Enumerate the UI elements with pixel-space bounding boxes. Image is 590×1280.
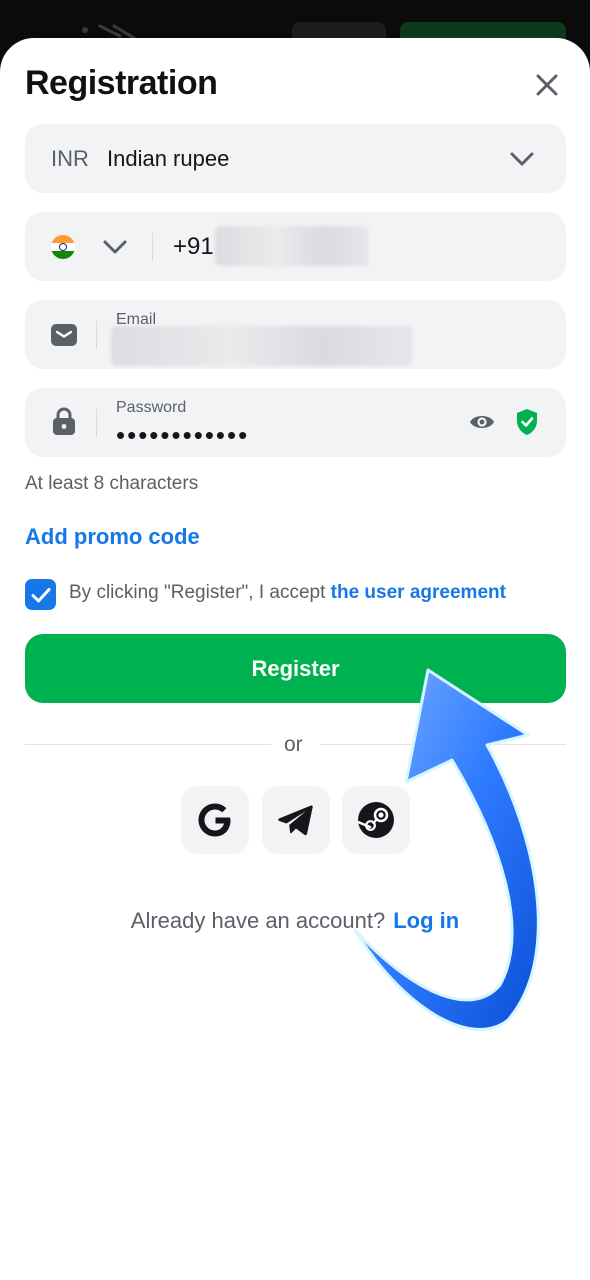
- phone-number-redacted: [215, 226, 369, 266]
- password-hint: At least 8 characters: [25, 473, 199, 494]
- steam-login-button[interactable]: [342, 786, 410, 854]
- email-value-redacted: [111, 326, 413, 366]
- eye-icon[interactable]: [469, 411, 495, 433]
- add-promo-code-link[interactable]: Add promo code: [25, 524, 200, 550]
- telegram-icon: [278, 805, 313, 836]
- chevron-down-icon: [510, 152, 534, 166]
- divider: [152, 233, 153, 261]
- login-prompt-text: Already have an account?: [130, 908, 386, 933]
- agreement-checkbox[interactable]: [25, 579, 56, 610]
- phone-field[interactable]: +91: [25, 212, 566, 281]
- divider-left: [25, 744, 271, 745]
- or-divider-label: or: [284, 733, 303, 756]
- lock-icon: [51, 407, 77, 435]
- phone-prefix: +91: [173, 233, 214, 260]
- divider: [96, 321, 97, 349]
- currency-code: INR: [51, 146, 89, 171]
- page-title: Registration: [25, 64, 218, 102]
- steam-icon: [356, 802, 394, 838]
- user-agreement-link[interactable]: the user agreement: [331, 582, 506, 603]
- close-icon: [536, 74, 558, 96]
- mail-icon: [51, 322, 77, 348]
- close-button[interactable]: [530, 68, 564, 102]
- password-label: Password: [116, 399, 187, 416]
- password-field[interactable]: Password ••••••••••••: [25, 388, 566, 457]
- shield-check-icon: [517, 409, 537, 435]
- currency-select[interactable]: INR Indian rupee: [25, 124, 566, 193]
- register-button[interactable]: Register: [25, 634, 566, 703]
- log-in-link[interactable]: Log in: [393, 908, 459, 933]
- checkmark-icon: [31, 587, 50, 602]
- google-login-button[interactable]: [181, 786, 249, 854]
- registration-sheet: Registration INR Indian rupee +91 Email …: [0, 38, 590, 1280]
- currency-name: Indian rupee: [107, 146, 230, 171]
- agreement-label: By clicking "Register", I accept: [69, 582, 326, 603]
- email-field[interactable]: Email: [25, 300, 566, 369]
- telegram-login-button[interactable]: [262, 786, 330, 854]
- country-chevron-down-icon[interactable]: [102, 239, 128, 255]
- agreement-text: By clicking "Register", I accept the use…: [69, 582, 506, 604]
- password-value: ••••••••••••: [116, 420, 250, 450]
- login-prompt: Already have an account? Log in: [0, 908, 590, 934]
- india-flag-icon: [51, 235, 75, 259]
- divider: [96, 409, 97, 437]
- divider-right: [320, 744, 566, 745]
- google-icon: [198, 803, 231, 837]
